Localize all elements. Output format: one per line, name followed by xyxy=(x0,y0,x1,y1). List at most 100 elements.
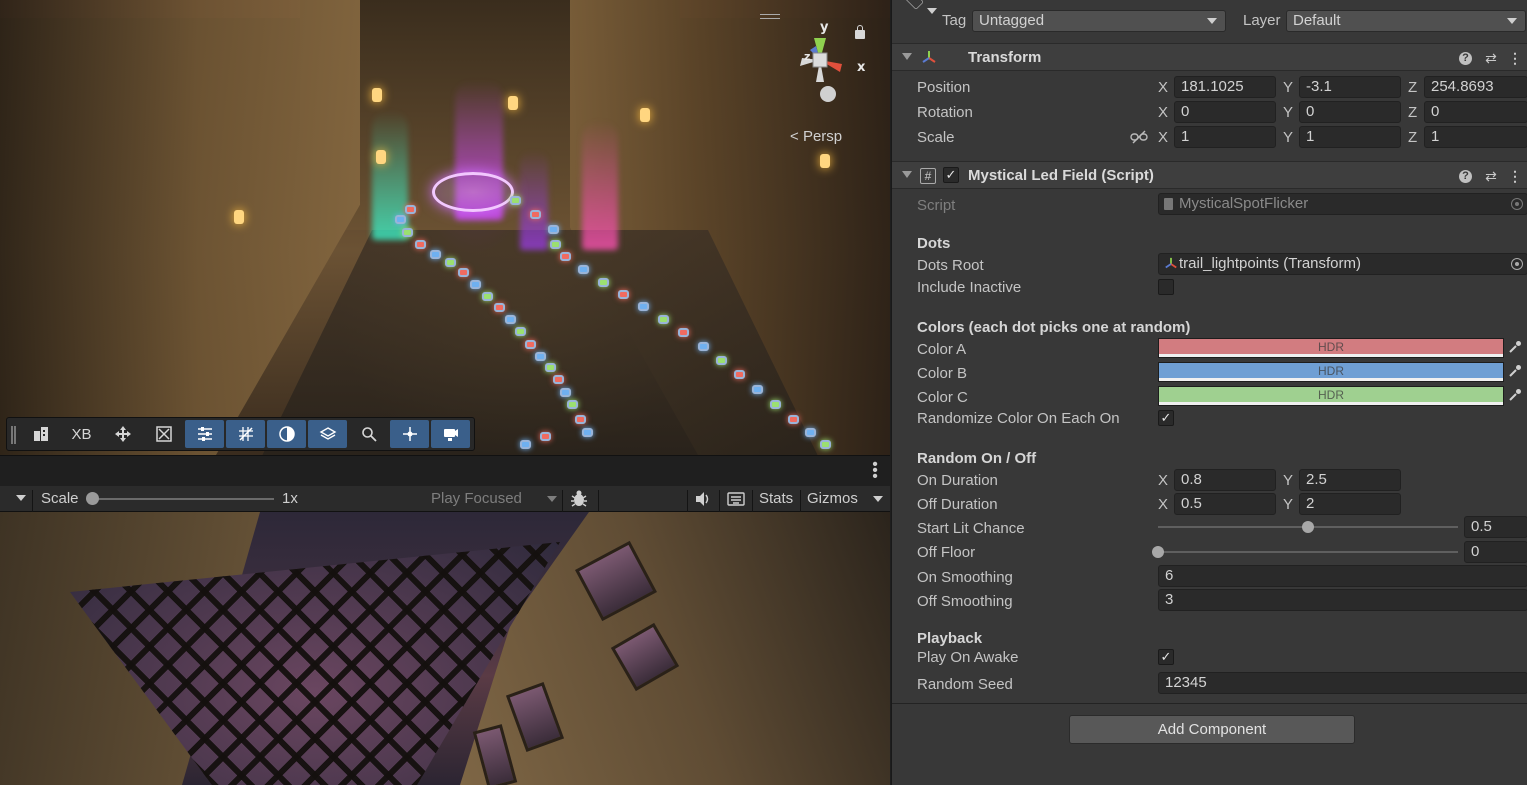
rect-transform-icon[interactable] xyxy=(144,420,183,448)
pivot-icon[interactable] xyxy=(390,420,429,448)
axis-y-label[interactable]: Y xyxy=(1283,496,1293,513)
play-mode-arrow-icon[interactable] xyxy=(547,496,557,502)
gizmos-button[interactable]: Gizmos xyxy=(807,490,858,507)
off-floor-slider[interactable] xyxy=(1158,551,1458,553)
script-component-header[interactable]: # ✓ Mystical Led Field (Script) ? ⇄ ⋮ xyxy=(892,161,1527,189)
shading-icon[interactable] xyxy=(267,420,306,448)
xb-tool-button[interactable]: XB xyxy=(62,420,101,448)
scale-z-field[interactable]: 1 xyxy=(1424,126,1527,148)
off-floor-knob[interactable] xyxy=(1152,546,1164,558)
off-duration-x-field[interactable]: 0.5 xyxy=(1174,493,1276,515)
scale-slider-knob[interactable] xyxy=(86,492,99,505)
axis-y-label[interactable]: Y xyxy=(1283,472,1293,489)
scene-view[interactable]: y x z Persp XB xyxy=(0,0,890,455)
axis-z-label[interactable]: Z xyxy=(1408,79,1417,96)
game-view[interactable] xyxy=(0,512,890,785)
off-duration-y-field[interactable]: 2 xyxy=(1299,493,1401,515)
random-seed-field[interactable]: 12345 xyxy=(1158,672,1527,694)
randomize-color-checkbox[interactable]: ✓ xyxy=(1158,410,1174,426)
stats-button[interactable]: Stats xyxy=(759,490,793,507)
toolbar-grip-icon[interactable] xyxy=(11,426,16,444)
component-enabled-checkbox[interactable]: ✓ xyxy=(943,167,959,183)
layer-dropdown[interactable]: Default xyxy=(1286,10,1526,32)
axis-x-label[interactable]: X xyxy=(1158,472,1168,489)
move-icon[interactable] xyxy=(103,420,142,448)
display-dropdown-arrow-icon[interactable] xyxy=(16,495,26,501)
transform-header[interactable]: Transform ? ⇄ ⋮ xyxy=(892,43,1527,71)
play-mode-dropdown[interactable]: Play Focused xyxy=(431,490,522,507)
color-c-swatch[interactable]: HDR xyxy=(1158,386,1504,406)
presets-icon[interactable]: ⇄ xyxy=(1483,168,1499,184)
include-inactive-checkbox[interactable] xyxy=(1158,279,1174,295)
bug-icon[interactable] xyxy=(569,489,589,513)
rotation-x-field[interactable]: 0 xyxy=(1174,101,1276,123)
color-a-swatch[interactable]: HDR xyxy=(1158,338,1504,358)
fountain[interactable] xyxy=(432,172,514,212)
on-smoothing-field[interactable]: 6 xyxy=(1158,565,1527,587)
layers-icon[interactable] xyxy=(308,420,347,448)
camera-icon[interactable] xyxy=(431,420,470,448)
kebab-menu-icon[interactable]: ⋮ xyxy=(1507,50,1523,66)
sliders-icon[interactable] xyxy=(185,420,224,448)
gizmo-x-label[interactable]: x xyxy=(857,60,865,75)
audio-icon[interactable] xyxy=(694,490,712,512)
start-lit-chance-knob[interactable] xyxy=(1302,521,1314,533)
start-lit-chance-field[interactable]: 0.5 xyxy=(1464,516,1527,538)
scale-x-field[interactable]: 1 xyxy=(1174,126,1276,148)
position-z-field[interactable]: 254.8693 xyxy=(1424,76,1527,98)
led-dot xyxy=(402,228,413,237)
axis-y-label[interactable]: Y xyxy=(1283,79,1293,96)
eyedropper-icon[interactable] xyxy=(1508,388,1522,402)
gizmo-z-label[interactable]: z xyxy=(804,50,810,63)
color-b-swatch[interactable]: HDR xyxy=(1158,362,1504,382)
play-on-awake-checkbox[interactable]: ✓ xyxy=(1158,649,1174,665)
random-on-off-header: Random On / Off xyxy=(917,450,1037,467)
position-y-field[interactable]: -3.1 xyxy=(1299,76,1401,98)
off-floor-field[interactable]: 0 xyxy=(1464,541,1527,563)
constrain-proportions-icon[interactable] xyxy=(1130,130,1148,148)
add-component-button[interactable]: Add Component xyxy=(1069,715,1355,744)
script-asset-icon xyxy=(1164,198,1173,210)
scale-y-field[interactable]: 1 xyxy=(1299,126,1401,148)
off-smoothing-field[interactable]: 3 xyxy=(1158,589,1527,611)
help-icon[interactable]: ? xyxy=(1459,52,1472,65)
axis-z-label[interactable]: Z xyxy=(1408,104,1417,121)
lock-icon[interactable] xyxy=(855,25,865,39)
axis-y-label[interactable]: Y xyxy=(1283,129,1293,146)
keyboard-icon[interactable] xyxy=(727,491,745,511)
grid-icon[interactable] xyxy=(226,420,265,448)
eyedropper-icon[interactable] xyxy=(1508,340,1522,354)
projection-toggle[interactable]: Persp xyxy=(790,128,842,145)
building-icon[interactable] xyxy=(21,420,60,448)
chevron-down-icon xyxy=(1207,18,1217,24)
tag-dropdown[interactable]: Untagged xyxy=(972,10,1226,32)
led-dot xyxy=(520,440,531,449)
axis-y-label[interactable]: Y xyxy=(1283,104,1293,121)
object-picker-icon[interactable] xyxy=(1511,258,1523,270)
dots-root-field[interactable]: trail_lightpoints (Transform) xyxy=(1158,253,1527,275)
rotation-z-field[interactable]: 0 xyxy=(1424,101,1527,123)
kebab-menu-icon[interactable]: • • • xyxy=(872,457,878,485)
kebab-menu-icon[interactable]: ⋮ xyxy=(1507,168,1523,184)
icon-dropdown-arrow-icon[interactable] xyxy=(927,8,937,14)
search-icon[interactable] xyxy=(349,420,388,448)
on-duration-y-field[interactable]: 2.5 xyxy=(1299,469,1401,491)
eyedropper-icon[interactable] xyxy=(1508,364,1522,378)
foldout-arrow-icon[interactable] xyxy=(902,53,912,60)
gizmos-dropdown-arrow-icon[interactable] xyxy=(873,496,883,502)
axis-x-label[interactable]: X xyxy=(1158,129,1168,146)
foldout-arrow-icon[interactable] xyxy=(902,171,912,178)
axis-x-label[interactable]: X xyxy=(1158,79,1168,96)
help-icon[interactable]: ? xyxy=(1459,170,1472,183)
axis-x-label[interactable]: X xyxy=(1158,104,1168,121)
presets-icon[interactable]: ⇄ xyxy=(1483,50,1499,66)
led-dot xyxy=(752,385,763,394)
axis-z-label[interactable]: Z xyxy=(1408,129,1417,146)
position-x-field[interactable]: 181.1025 xyxy=(1174,76,1276,98)
scale-slider[interactable] xyxy=(92,498,274,500)
gizmo-y-label[interactable]: y xyxy=(820,20,828,35)
rotation-y-field[interactable]: 0 xyxy=(1299,101,1401,123)
drag-handle-icon[interactable] xyxy=(760,14,780,19)
axis-x-label[interactable]: X xyxy=(1158,496,1168,513)
on-duration-x-field[interactable]: 0.8 xyxy=(1174,469,1276,491)
